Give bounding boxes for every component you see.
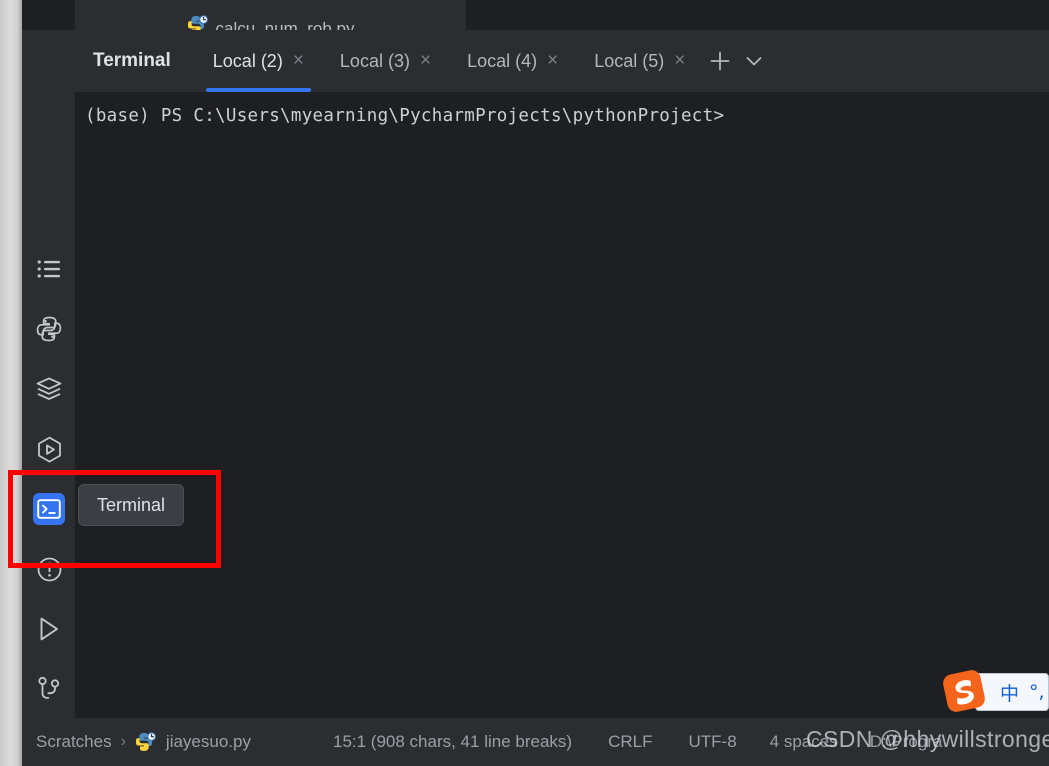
- plus-icon: [708, 49, 732, 73]
- sidebar-item-git[interactable]: [33, 673, 65, 705]
- terminal-title: Terminal: [93, 50, 171, 71]
- python-file-icon: [187, 15, 209, 30]
- terminal-tab-local-3[interactable]: Local (3) ×: [322, 30, 449, 92]
- terminal-tab-local-4[interactable]: Local (4) ×: [449, 30, 576, 92]
- ime-mode-indicator[interactable]: 中: [1000, 679, 1019, 706]
- git-branch-icon: [37, 676, 61, 702]
- indent-setting[interactable]: 4 spaces: [770, 732, 838, 752]
- editor-tab-calcu-num-rob[interactable]: calcu_num_rob.py: [75, 0, 466, 30]
- editor-tab-label: calcu_num_rob.py: [215, 19, 355, 31]
- tool-window-stripe: [22, 30, 75, 735]
- close-icon[interactable]: ×: [420, 51, 431, 70]
- terminal-tooltip: Terminal: [78, 484, 185, 526]
- terminal-options-button[interactable]: [737, 30, 771, 92]
- breadcrumb-separator-icon: ›: [120, 733, 126, 750]
- sidebar-item-todo[interactable]: [33, 253, 65, 285]
- close-icon[interactable]: ×: [547, 51, 558, 70]
- terminal-tool-window: Terminal Local (2) × Local (3) × Local (…: [75, 30, 1049, 718]
- python-icon: [36, 316, 62, 342]
- window-left-edge: [0, 0, 22, 766]
- line-separator[interactable]: CRLF: [608, 732, 652, 752]
- terminal-tab-label: Local (4): [467, 50, 538, 71]
- terminal-tab-label: Local (5): [594, 50, 665, 71]
- breadcrumb[interactable]: Scratches › jiayesuo.py: [36, 732, 251, 752]
- warning-icon: [37, 557, 62, 582]
- breadcrumb-root[interactable]: Scratches: [36, 732, 112, 752]
- python-file-icon: [135, 732, 157, 752]
- terminal-tab-list: Local (2) × Local (3) × Local (4) × Loca…: [195, 30, 772, 92]
- python-interpreter[interactable]: D:\Progra: [870, 732, 943, 752]
- sidebar-item-services[interactable]: [33, 433, 65, 465]
- caret-position[interactable]: 15:1 (908 chars, 41 line breaks): [333, 732, 572, 752]
- sogou-logo-icon[interactable]: [938, 665, 990, 717]
- new-terminal-tab-button[interactable]: [703, 30, 737, 92]
- close-icon[interactable]: ×: [674, 51, 685, 70]
- terminal-output-area[interactable]: (base) PS C:\Users\myearning\PycharmProj…: [75, 92, 1049, 718]
- play-icon: [37, 616, 61, 642]
- tooltip-label: Terminal: [97, 494, 166, 515]
- close-icon[interactable]: ×: [293, 51, 304, 70]
- terminal-prompt-line: (base) PS C:\Users\myearning\PycharmProj…: [85, 106, 725, 126]
- terminal-tab-label: Local (3): [339, 50, 410, 71]
- terminal-header: Terminal Local (2) × Local (3) × Local (…: [75, 30, 1049, 92]
- chevron-down-icon: [743, 50, 765, 72]
- sidebar-item-problems[interactable]: [33, 553, 65, 585]
- sidebar-item-terminal[interactable]: [33, 493, 65, 525]
- file-encoding[interactable]: UTF-8: [688, 732, 736, 752]
- terminal-tab-local-5[interactable]: Local (5) ×: [576, 30, 703, 92]
- services-icon: [36, 436, 63, 463]
- sidebar-item-run[interactable]: [33, 613, 65, 645]
- breadcrumb-file[interactable]: jiayesuo.py: [166, 732, 251, 752]
- layers-icon: [36, 377, 62, 401]
- terminal-icon: [37, 499, 61, 519]
- pycharm-window: calcu_num_rob.py Terminal Local (2) × Lo…: [0, 0, 1049, 766]
- editor-tab-strip: calcu_num_rob.py: [22, 0, 1049, 30]
- list-icon: [37, 259, 61, 279]
- sidebar-item-python-packages[interactable]: [33, 313, 65, 345]
- terminal-tab-local-2[interactable]: Local (2) ×: [195, 30, 322, 92]
- ime-punctuation-toggle[interactable]: °,: [1029, 681, 1045, 703]
- sidebar-item-database[interactable]: [33, 373, 65, 405]
- status-bar: Scratches › jiayesuo.py 15:1 (908 chars,…: [22, 718, 1049, 766]
- terminal-tab-label: Local (2): [212, 50, 283, 71]
